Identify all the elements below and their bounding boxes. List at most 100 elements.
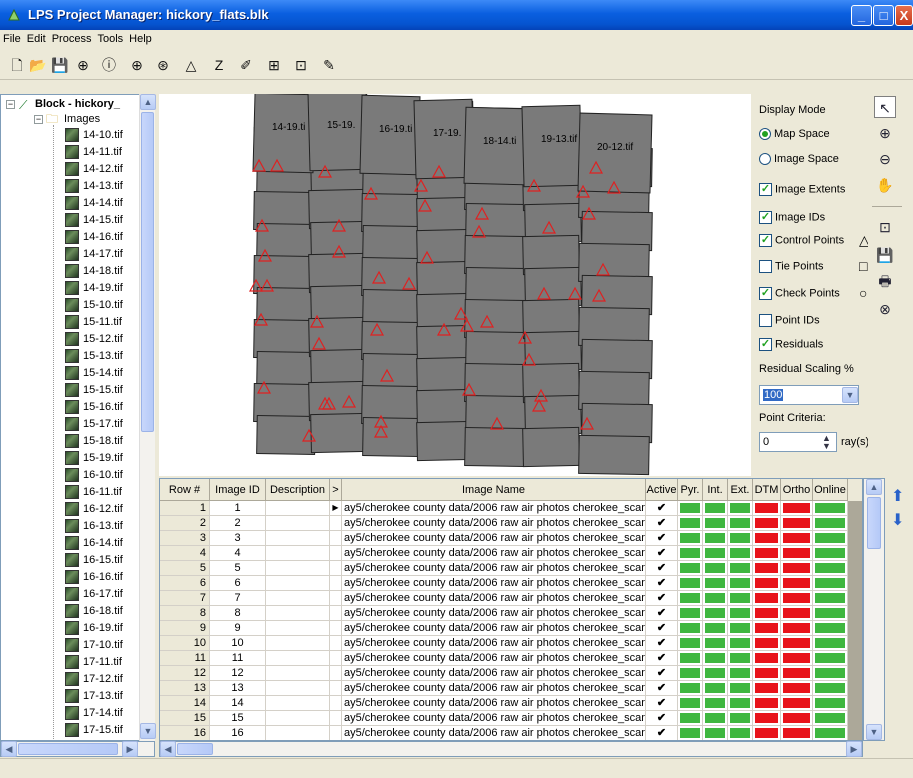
image-extent-tile[interactable] — [362, 417, 420, 457]
status-cell[interactable] — [813, 576, 848, 591]
row-marker-cell[interactable] — [330, 681, 342, 696]
image-name-cell[interactable]: ay5/cherokee county data/2006 raw air ph… — [342, 711, 646, 726]
status-cell[interactable] — [678, 621, 703, 636]
description-cell[interactable] — [266, 621, 330, 636]
status-cell[interactable] — [781, 711, 813, 726]
title-bar[interactable]: LPS Project Manager: hickory_flats.blk _… — [0, 0, 913, 30]
table-row[interactable]: 4 4 ay5/cherokee county data/2006 raw air … — [160, 546, 862, 561]
active-cell[interactable]: ✔ — [646, 696, 678, 711]
status-cell[interactable] — [703, 516, 728, 531]
row-number-cell[interactable]: 8 — [160, 606, 210, 621]
menu-help[interactable]: Help — [126, 30, 155, 45]
image-id-cell[interactable]: 3 — [210, 531, 266, 546]
radio-selected-icon[interactable] — [759, 128, 771, 141]
menu-file[interactable]: File — [0, 30, 24, 45]
status-cell[interactable] — [703, 681, 728, 696]
status-cell[interactable] — [813, 501, 848, 516]
tree-file-item[interactable]: 17-13.tif — [65, 688, 123, 705]
scroll-thumb[interactable] — [867, 497, 881, 549]
status-cell[interactable] — [728, 576, 753, 591]
status-cell[interactable] — [781, 726, 813, 740]
row-marker-cell[interactable] — [330, 696, 342, 711]
active-cell[interactable]: ✔ — [646, 561, 678, 576]
image-name-cell[interactable]: ay5/cherokee county data/2006 raw air ph… — [342, 516, 646, 531]
status-cell[interactable] — [781, 516, 813, 531]
description-cell[interactable] — [266, 726, 330, 740]
tree-file-item[interactable]: 14-10.tif — [65, 127, 123, 144]
tree-file-item[interactable]: 17-10.tif — [65, 637, 123, 654]
tree-file-item[interactable]: 17-11.tif — [65, 654, 122, 671]
image-name-cell[interactable]: ay5/cherokee county data/2006 raw air ph… — [342, 561, 646, 576]
status-cell[interactable] — [678, 591, 703, 606]
table-row[interactable]: 12 12 ay5/cherokee county data/2006 raw ai… — [160, 666, 862, 681]
active-cell[interactable]: ✔ — [646, 546, 678, 561]
table-row[interactable]: 5 5 ay5/cherokee county data/2006 raw air … — [160, 561, 862, 576]
image-ids-checkbox[interactable]: ✓ Image IDs — [759, 211, 825, 224]
description-cell[interactable] — [266, 576, 330, 591]
ortho-icon[interactable]: ✐ — [235, 55, 257, 75]
row-number-cell[interactable]: 15 — [160, 711, 210, 726]
status-cell[interactable] — [753, 681, 781, 696]
status-cell[interactable] — [728, 561, 753, 576]
header-image-id[interactable]: Image ID — [210, 479, 266, 501]
image-name-cell[interactable]: ay5/cherokee county data/2006 raw air ph… — [342, 666, 646, 681]
tree-file-item[interactable]: 16-18.tif — [65, 603, 123, 620]
map-space-radio[interactable]: Map Space — [759, 128, 830, 141]
status-cell[interactable] — [813, 681, 848, 696]
image-name-cell[interactable]: ay5/cherokee county data/2006 raw air ph… — [342, 606, 646, 621]
image-id-cell[interactable]: 6 — [210, 576, 266, 591]
tree-file-item[interactable]: 16-13.tif — [65, 518, 123, 535]
status-cell[interactable] — [813, 726, 848, 740]
row-marker-cell[interactable] — [330, 591, 342, 606]
image-id-cell[interactable]: 14 — [210, 696, 266, 711]
status-cell[interactable] — [703, 666, 728, 681]
scroll-left-icon[interactable]: ◀ — [160, 741, 176, 757]
tree-file-item[interactable]: 14-11.tif — [65, 144, 122, 161]
row-number-cell[interactable]: 14 — [160, 696, 210, 711]
save-icon[interactable]: 💾 — [49, 55, 71, 75]
image-extent-tile[interactable] — [521, 104, 583, 188]
status-cell[interactable] — [753, 621, 781, 636]
status-cell[interactable] — [703, 591, 728, 606]
table-row[interactable]: 7 7 ay5/cherokee county data/2006 raw air … — [160, 591, 862, 606]
tree-file-item[interactable]: 16-10.tif — [65, 467, 123, 484]
status-cell[interactable] — [781, 546, 813, 561]
checkbox-icon[interactable] — [759, 314, 772, 327]
tree-file-item[interactable]: 15-11.tif — [65, 314, 122, 331]
row-marker-cell[interactable]: ▶ — [330, 501, 342, 516]
status-cell[interactable] — [813, 591, 848, 606]
status-cell[interactable] — [703, 696, 728, 711]
image-name-cell[interactable]: ay5/cherokee county data/2006 raw air ph… — [342, 651, 646, 666]
move-down-icon[interactable]: ⬇ — [891, 510, 904, 530]
status-cell[interactable] — [813, 606, 848, 621]
description-cell[interactable] — [266, 561, 330, 576]
image-extent-tile[interactable] — [359, 94, 421, 176]
tree-file-item[interactable]: 15-17.tif — [65, 416, 123, 433]
row-number-cell[interactable]: 5 — [160, 561, 210, 576]
edit-icon[interactable]: ✎ — [318, 55, 340, 75]
tree-vertical-scrollbar[interactable]: ▲ ▼ — [139, 94, 156, 741]
scroll-left-icon[interactable]: ◀ — [1, 741, 17, 757]
status-cell[interactable] — [753, 546, 781, 561]
tree-file-item[interactable]: 17-15.tif — [65, 722, 123, 739]
print-icon[interactable]: 🖶 — [874, 270, 896, 292]
frame-properties-icon[interactable]: ⓘ — [98, 55, 120, 75]
checkbox-checked-icon[interactable]: ✓ — [759, 211, 772, 224]
move-up-icon[interactable]: ⬆ — [891, 486, 904, 506]
tree-file-item[interactable]: 15-19.tif — [65, 450, 123, 467]
status-cell[interactable] — [753, 516, 781, 531]
status-cell[interactable] — [728, 531, 753, 546]
tree-file-item[interactable]: 16-14.tif — [65, 535, 123, 552]
table-row[interactable]: 3 3 ay5/cherokee county data/2006 raw air … — [160, 531, 862, 546]
row-marker-cell[interactable] — [330, 726, 342, 740]
tree-horizontal-scrollbar[interactable]: ◀ ▶ — [0, 741, 155, 757]
pan-hand-icon[interactable]: ✋ — [874, 174, 896, 196]
tree-file-item[interactable]: 15-10.tif — [65, 297, 123, 314]
image-id-cell[interactable]: 13 — [210, 681, 266, 696]
status-cell[interactable] — [728, 711, 753, 726]
status-cell[interactable] — [753, 531, 781, 546]
description-cell[interactable] — [266, 681, 330, 696]
status-cell[interactable] — [703, 621, 728, 636]
row-marker-cell[interactable] — [330, 576, 342, 591]
image-id-cell[interactable]: 10 — [210, 636, 266, 651]
